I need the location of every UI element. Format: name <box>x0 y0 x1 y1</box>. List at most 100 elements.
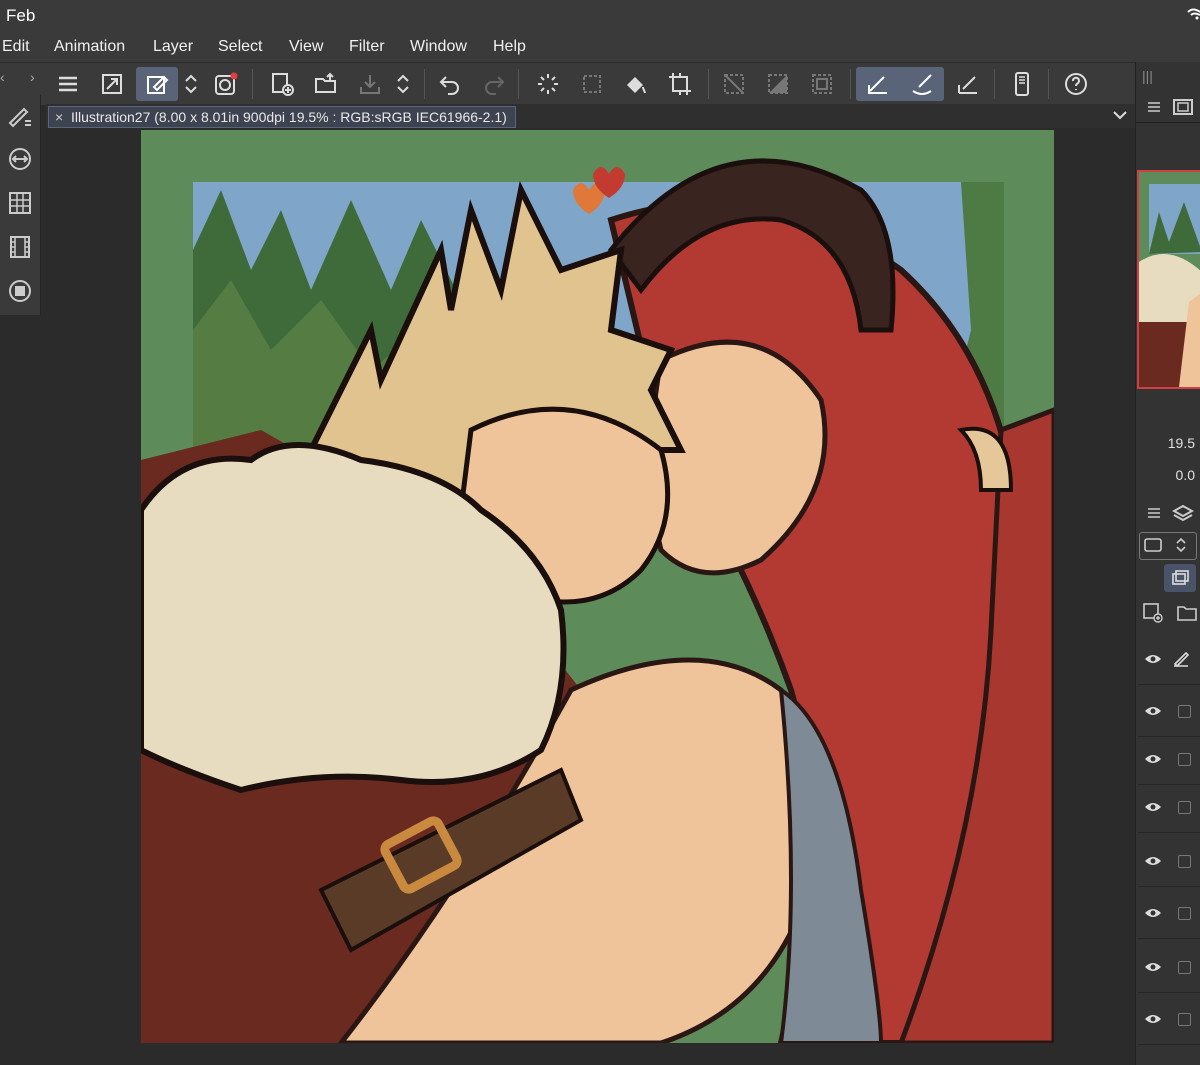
wifi-icon <box>1187 8 1200 20</box>
panel-menu-icon[interactable] <box>1146 506 1162 520</box>
tool-grid[interactable] <box>4 187 36 219</box>
new-layer-icon[interactable] <box>1142 602 1164 624</box>
layer-checkbox[interactable] <box>1178 753 1191 766</box>
loading-icon <box>538 74 558 94</box>
menu-filter[interactable]: Filter <box>349 38 385 56</box>
layer-row[interactable] <box>1138 736 1200 785</box>
layer-mask-icon <box>9 280 31 302</box>
record-button[interactable] <box>208 67 244 101</box>
scroll-button[interactable] <box>178 67 204 101</box>
invert-selection-button[interactable] <box>760 67 796 101</box>
chevron-left-icon[interactable]: ‹ <box>0 69 5 85</box>
open-folder-icon <box>315 72 336 93</box>
layer-row[interactable] <box>1138 688 1200 737</box>
scroll-button-2[interactable] <box>390 67 416 101</box>
menu-view[interactable]: View <box>289 38 323 56</box>
layer-row[interactable] <box>1138 838 1200 887</box>
fill-button[interactable] <box>618 67 654 101</box>
undo-button[interactable] <box>432 67 468 101</box>
eye-icon[interactable] <box>1144 1012 1162 1026</box>
menu-button[interactable] <box>50 67 86 101</box>
layer-special-button[interactable] <box>1164 564 1196 592</box>
pen-tool-icon <box>868 76 887 94</box>
film-icon <box>10 236 30 258</box>
brush-tool-icon <box>912 74 932 95</box>
loading-button[interactable] <box>530 67 566 101</box>
close-icon[interactable]: × <box>55 107 63 127</box>
phone-icon <box>1015 72 1029 96</box>
tool-pen[interactable] <box>4 100 36 132</box>
new-folder-icon[interactable] <box>1176 602 1198 624</box>
eye-icon[interactable] <box>1144 960 1162 974</box>
help-button[interactable] <box>1058 67 1094 101</box>
pen-list-icon <box>8 107 31 128</box>
layer-row[interactable] <box>1138 944 1200 993</box>
redo-button[interactable] <box>476 67 512 101</box>
eye-icon[interactable] <box>1144 906 1162 920</box>
canvas-tab-bar: × Illustration27 (8.00 x 8.01in 900dpi 1… <box>46 104 1135 128</box>
toolbar-divider <box>850 69 851 99</box>
open-button[interactable] <box>308 67 344 101</box>
layer-row[interactable] <box>1138 996 1200 1045</box>
pen-tool-button[interactable] <box>860 67 896 101</box>
deselect-button[interactable] <box>716 67 752 101</box>
panel-divider <box>1136 122 1200 123</box>
pen-icon <box>1173 651 1190 668</box>
save-button[interactable] <box>352 67 388 101</box>
device-button[interactable] <box>1004 67 1040 101</box>
status-bar: Feb <box>0 0 1200 32</box>
layers-icon[interactable] <box>1172 504 1194 524</box>
layer-row[interactable] <box>1138 890 1200 939</box>
layer-checkbox[interactable] <box>1178 801 1191 814</box>
rotation-value[interactable]: 0.0 <box>1176 467 1195 483</box>
chevron-down-icon[interactable] <box>1111 106 1129 124</box>
select-transform-icon <box>583 75 601 93</box>
zoom-value[interactable]: 19.5 <box>1168 435 1195 451</box>
layer-checkbox[interactable] <box>1178 705 1191 718</box>
canvas-tab-title: Illustration27 (8.00 x 8.01in 900dpi 19.… <box>71 109 507 125</box>
navigator-thumbnail[interactable] <box>1137 170 1200 389</box>
eye-icon[interactable] <box>1144 800 1162 814</box>
fit-window-button[interactable] <box>94 67 130 101</box>
new-canvas-button[interactable] <box>264 67 300 101</box>
menu-animation[interactable]: Animation <box>54 38 125 56</box>
tool-palette <box>0 95 41 315</box>
layer-row[interactable] <box>1138 636 1200 685</box>
rectangle-icon <box>1144 538 1162 552</box>
record-icon <box>215 72 238 95</box>
tool-layer-mask[interactable] <box>4 275 36 307</box>
blend-mode-box[interactable] <box>1139 532 1197 560</box>
tool-timeline[interactable] <box>4 231 36 263</box>
layer-checkbox[interactable] <box>1178 1013 1191 1026</box>
eye-icon[interactable] <box>1144 652 1162 666</box>
eye-icon[interactable] <box>1144 704 1162 718</box>
quick-access-brush-button[interactable] <box>136 67 178 101</box>
brush-tool-button[interactable] <box>904 67 940 101</box>
panel-menu-icon[interactable] <box>1146 100 1162 114</box>
canvas-tab[interactable]: × Illustration27 (8.00 x 8.01in 900dpi 1… <box>48 106 516 128</box>
fill-icon <box>627 77 646 94</box>
selection-border-button[interactable] <box>804 67 840 101</box>
ruler-button[interactable] <box>950 67 986 101</box>
navigator-icon[interactable] <box>1172 98 1194 116</box>
menu-edit[interactable]: Edit <box>2 38 30 56</box>
menu-layer[interactable]: Layer <box>153 38 193 56</box>
transform-button[interactable] <box>662 67 698 101</box>
drag-handle-icon[interactable]: ||| <box>1142 68 1153 84</box>
tool-move[interactable] <box>4 143 36 175</box>
layer-checkbox[interactable] <box>1178 907 1191 920</box>
menu-window[interactable]: Window <box>410 38 467 56</box>
layer-checkbox[interactable] <box>1178 961 1191 974</box>
menu-help[interactable]: Help <box>493 38 526 56</box>
eye-icon[interactable] <box>1144 752 1162 766</box>
artwork-canvas[interactable] <box>141 130 1054 1043</box>
menu-select[interactable]: Select <box>218 38 262 56</box>
status-time: Feb <box>6 6 36 25</box>
chevron-right-icon[interactable]: › <box>30 69 35 85</box>
eye-icon[interactable] <box>1144 854 1162 868</box>
invert-selection-icon <box>768 74 788 94</box>
navigator-preview <box>1139 172 1200 387</box>
select-transform-button[interactable] <box>574 67 610 101</box>
layer-row[interactable] <box>1138 784 1200 833</box>
layer-checkbox[interactable] <box>1178 855 1191 868</box>
